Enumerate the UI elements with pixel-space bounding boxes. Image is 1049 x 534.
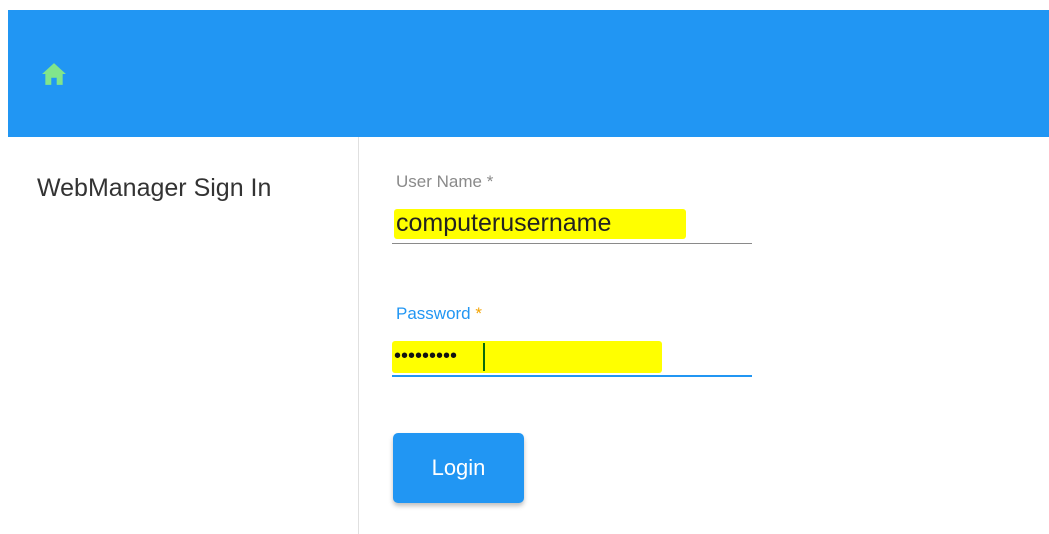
password-value: •••••••••: [394, 345, 458, 367]
username-value: computerusername: [396, 209, 612, 237]
home-icon: [42, 63, 66, 85]
password-required-mark: *: [475, 304, 482, 323]
password-input[interactable]: •••••••••: [392, 337, 752, 377]
username-label-text: User Name: [396, 172, 482, 191]
username-label: User Name *: [396, 172, 493, 192]
sidebar: WebManager Sign In: [0, 137, 359, 534]
home-button[interactable]: [40, 60, 68, 88]
app-bar: [8, 10, 1049, 137]
password-label: Password *: [396, 304, 482, 324]
login-button[interactable]: Login: [393, 433, 524, 503]
text-caret: [483, 343, 485, 371]
username-required-mark: *: [486, 172, 494, 191]
password-label-text: Password: [396, 304, 471, 323]
signin-title: WebManager Sign In: [37, 174, 272, 202]
username-input[interactable]: computerusername: [392, 205, 752, 244]
